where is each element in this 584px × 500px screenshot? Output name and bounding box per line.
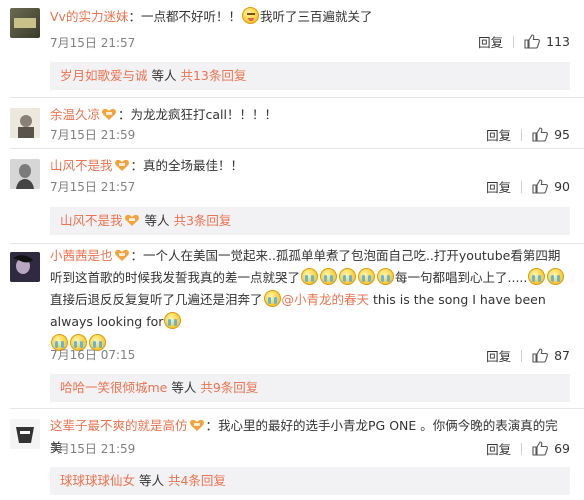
thumbs-up-icon[interactable] [532,179,549,194]
reply-thread-summary[interactable]: 山风不是我 等人 共3条回复 [50,207,570,235]
comment-time: 7月15日 21:59 [50,128,136,142]
comment-username[interactable]: Vv的实力迷妹 [50,9,128,24]
comment-username[interactable]: 余温久凉 [50,107,100,122]
divider [10,243,584,244]
comment-text: ：一点都不好听！！ [128,9,241,24]
like-count: 90 [554,179,570,194]
like-count: 113 [546,34,570,49]
comment-time: 7月15日 21:59 [50,442,136,456]
thread-mid: 等人 [167,380,201,395]
comment-username[interactable]: 这辈子最不爽的就是高仿 [50,418,188,433]
comment-time: 7月16日 07:15 [50,348,136,362]
crying-face-icon [164,312,182,329]
thumbs-up-icon[interactable] [532,348,549,363]
thread-user[interactable]: 山风不是我 [60,213,123,228]
reply-button[interactable]: 回复 [478,32,503,51]
reply-button[interactable]: 回复 [486,177,511,196]
crying-face-icon [547,268,565,285]
comment-username[interactable]: 山风不是我 [50,158,113,173]
divider [521,128,523,141]
avatar[interactable] [10,419,40,449]
thread-mid: 等人 [147,68,181,83]
vip-heart-badge-icon [189,418,205,432]
crying-face-icon [377,268,395,285]
thread-user[interactable]: 哈哈一笑很倾城me [60,380,167,395]
crying-face-icon [339,268,357,285]
comment-text-tail: 我听了三百遍就关了 [259,9,373,24]
reply-thread-summary[interactable]: 岁月如歌爱与诚 等人 共13条回复 [50,62,570,90]
divider [521,180,523,193]
divider [521,442,523,455]
crying-face-icon [528,268,546,285]
thread-mid: 等人 [140,213,174,228]
comment-time: 7月15日 21:57 [50,180,136,194]
thread-count[interactable]: 共13条回复 [180,68,246,83]
vip-heart-badge-icon [101,107,117,121]
comment-username[interactable]: 小茜茜是也 [50,248,113,263]
comment-text-part: 直接后退反反复复听了几遍还是泪奔了 [50,292,263,307]
avatar[interactable] [10,108,40,138]
reply-button[interactable]: 回复 [486,439,511,458]
reply-button[interactable]: 回复 [486,346,511,365]
avatar[interactable] [10,159,40,189]
teasing-face-icon [241,7,259,24]
crying-face-icon [263,290,281,307]
reply-thread-summary[interactable]: 哈哈一笑很倾城me 等人 共9条回复 [50,374,570,402]
vip-heart-badge-icon [124,213,140,227]
like-count: 69 [554,441,570,456]
thread-count[interactable]: 共9条回复 [200,380,258,395]
comment-text: ：真的全场最佳！！ [130,158,244,173]
thread-count[interactable]: 共3条回复 [173,213,231,228]
thread-mid: 等人 [135,473,168,488]
divider [513,35,515,48]
crying-face-icon [358,268,376,285]
avatar[interactable] [10,8,40,38]
reply-button[interactable]: 回复 [486,125,511,144]
divider [10,408,584,409]
comment-text: ：为龙龙疯狂打call！！！！ [118,107,277,122]
thumbs-up-icon[interactable] [532,127,549,142]
thumbs-up-icon[interactable] [532,441,549,456]
mention-link[interactable]: @小青龙的春天 [282,292,370,307]
divider [10,97,584,98]
like-count: 95 [554,127,570,142]
thread-user[interactable]: 球球球球仙女 [60,473,135,488]
thread-user[interactable]: 岁月如歌爱与诚 [60,68,148,83]
thread-count[interactable]: 共4条回复 [168,473,226,488]
comment-time: 7月15日 21:57 [50,36,136,50]
reply-thread-summary[interactable]: 球球球球仙女 等人 共4条回复 [50,467,570,495]
crying-face-icon [320,268,338,285]
vip-heart-badge-icon [114,158,130,172]
vip-heart-badge-icon [114,248,130,262]
divider [10,148,584,149]
divider [521,349,523,362]
thumbs-up-icon[interactable] [524,34,541,49]
crying-face-icon [301,268,319,285]
avatar[interactable] [10,252,40,282]
comment-text-part: 每一句都唱到心上了..... [395,270,528,285]
like-count: 87 [554,348,570,363]
